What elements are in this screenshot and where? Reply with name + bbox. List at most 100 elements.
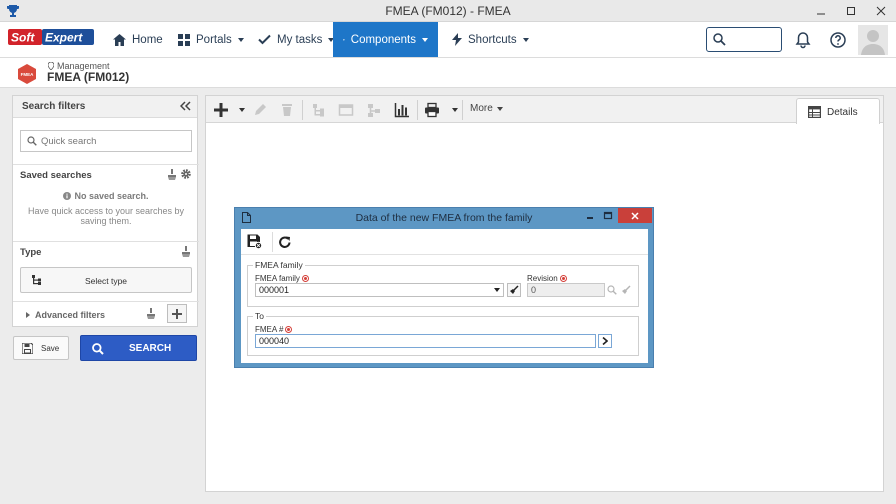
nav-my-tasks[interactable]: My tasks: [248, 22, 344, 57]
structure-icon: [368, 104, 380, 117]
toolbar-separator: [302, 100, 303, 120]
more-menu-button[interactable]: More: [470, 103, 503, 114]
required-icon: [301, 275, 309, 282]
revision-label-text: Revision: [527, 274, 558, 283]
dialog-titlebar: Data of the new FMEA from the family: [235, 208, 653, 228]
select-type-label: Select type: [84, 276, 128, 286]
divider: [13, 301, 199, 302]
revision-value: 0: [531, 285, 537, 295]
fmea-number-input[interactable]: 000040: [255, 334, 596, 348]
fmea-badge-text: FMEA: [21, 72, 34, 77]
fmea-family-select[interactable]: 000001: [255, 283, 504, 297]
to-group-label: To: [253, 311, 266, 321]
chevron-down-icon: [422, 37, 428, 42]
fmea-family-clear-button[interactable]: [507, 283, 521, 297]
required-icon: [559, 275, 567, 282]
tab-details[interactable]: Details: [796, 98, 880, 124]
location-pin-icon: [48, 62, 54, 70]
nav-components-label: Components: [350, 33, 416, 46]
required-icon: [285, 326, 293, 333]
search-icon: [713, 33, 726, 46]
add-icon[interactable]: [213, 102, 229, 118]
filters-title: Search filters: [22, 101, 86, 112]
advanced-filters-toggle[interactable]: Advanced filters: [26, 310, 105, 320]
toolbar-separator: [462, 100, 463, 120]
broom-icon[interactable]: [181, 246, 191, 257]
check-icon: [258, 34, 271, 45]
save-close-icon[interactable]: [247, 234, 262, 249]
floppy-icon: [22, 343, 33, 354]
add-dropdown-chevron-icon[interactable]: [239, 108, 245, 112]
broom-icon: [510, 285, 519, 294]
fmea-family-label-text: FMEA family: [255, 274, 300, 283]
help-icon[interactable]: [829, 31, 847, 49]
bell-icon[interactable]: [794, 31, 812, 49]
maximize-button[interactable]: [836, 0, 866, 22]
chart-icon[interactable]: [394, 102, 410, 118]
nav-shortcuts[interactable]: Shortcuts: [442, 22, 539, 57]
no-saved-hint-line-1: Have quick access to your searches by: [27, 206, 185, 216]
minimize-icon: [817, 13, 825, 15]
refresh-icon[interactable]: [278, 234, 292, 249]
nav-home-label: Home: [132, 33, 163, 46]
search-button[interactable]: SEARCH: [80, 335, 197, 361]
user-avatar[interactable]: [858, 25, 888, 55]
collapse-left-icon[interactable]: [180, 101, 191, 111]
bolt-icon: [452, 33, 462, 46]
plus-icon: [172, 308, 182, 319]
nav-home[interactable]: Home: [103, 22, 173, 57]
new-fmea-dialog: Data of the new FMEA from the family FME…: [234, 207, 654, 368]
no-saved-search-text: No saved search.: [74, 191, 149, 201]
print-dropdown-chevron-icon[interactable]: [452, 108, 458, 112]
gear-icon[interactable]: [180, 168, 192, 180]
window-title: FMEA (FM012) - FMEA: [385, 4, 511, 18]
broom-icon[interactable]: [167, 169, 177, 180]
dialog-body: FMEA family FMEA family 000001 Revision …: [241, 229, 648, 363]
revision-label: Revision: [527, 274, 567, 283]
search-icon: [607, 285, 617, 295]
toolbar-separator: [417, 100, 418, 120]
fmea-badge-icon: FMEA: [18, 64, 36, 84]
minimize-button[interactable]: [806, 0, 836, 22]
no-saved-search: No saved search.: [13, 191, 199, 201]
quick-search-input[interactable]: Quick search: [20, 130, 192, 152]
grid-icon: [178, 33, 190, 46]
fmea-family-group: FMEA family FMEA family 000001 Revision …: [247, 260, 639, 307]
fmea-number-label-text: FMEA #: [255, 325, 284, 334]
dialog-minimize-icon[interactable]: [585, 212, 595, 220]
search-label: SEARCH: [129, 343, 172, 354]
chevron-down-icon: [496, 106, 503, 111]
add-filter-button[interactable]: [167, 304, 187, 323]
quick-search-placeholder: Quick search: [41, 136, 97, 147]
broom-icon: [622, 285, 631, 294]
fmea-number-next-button[interactable]: [598, 334, 612, 348]
hierarchy-icon: [313, 104, 324, 117]
divider: [13, 164, 199, 165]
delete-icon: [282, 104, 292, 116]
select-type-button[interactable]: Select type: [20, 267, 192, 293]
saved-searches-label: Saved searches: [20, 170, 92, 181]
chevron-down-icon: [494, 288, 500, 292]
fmea-number-value: 000040: [259, 336, 290, 346]
page-title: FMEA (FM012): [47, 70, 130, 84]
global-search-input[interactable]: [706, 27, 782, 52]
fmea-number-label: FMEA #: [255, 325, 293, 334]
close-window-button[interactable]: [866, 0, 896, 22]
dialog-close-button[interactable]: [618, 208, 652, 223]
save-search-button[interactable]: Save: [13, 336, 69, 360]
print-icon[interactable]: [424, 102, 440, 118]
softexpert-logo: Soft Expert: [8, 29, 94, 45]
broom-icon[interactable]: [146, 308, 156, 319]
close-icon: [876, 6, 886, 16]
edit-icon: [255, 104, 266, 115]
page-header: FMEA Management FMEA (FM012): [0, 58, 896, 88]
nav-components[interactable]: Components: [333, 22, 438, 57]
table-icon: [808, 106, 821, 118]
svg-text:Soft: Soft: [11, 31, 35, 45]
dialog-maximize-icon[interactable]: [603, 211, 613, 220]
nav-portals[interactable]: Portals: [168, 22, 254, 57]
info-icon: [63, 192, 72, 200]
maximize-icon: [847, 7, 855, 15]
toolbar-separator: [272, 232, 273, 252]
window-view-icon: [338, 104, 354, 116]
